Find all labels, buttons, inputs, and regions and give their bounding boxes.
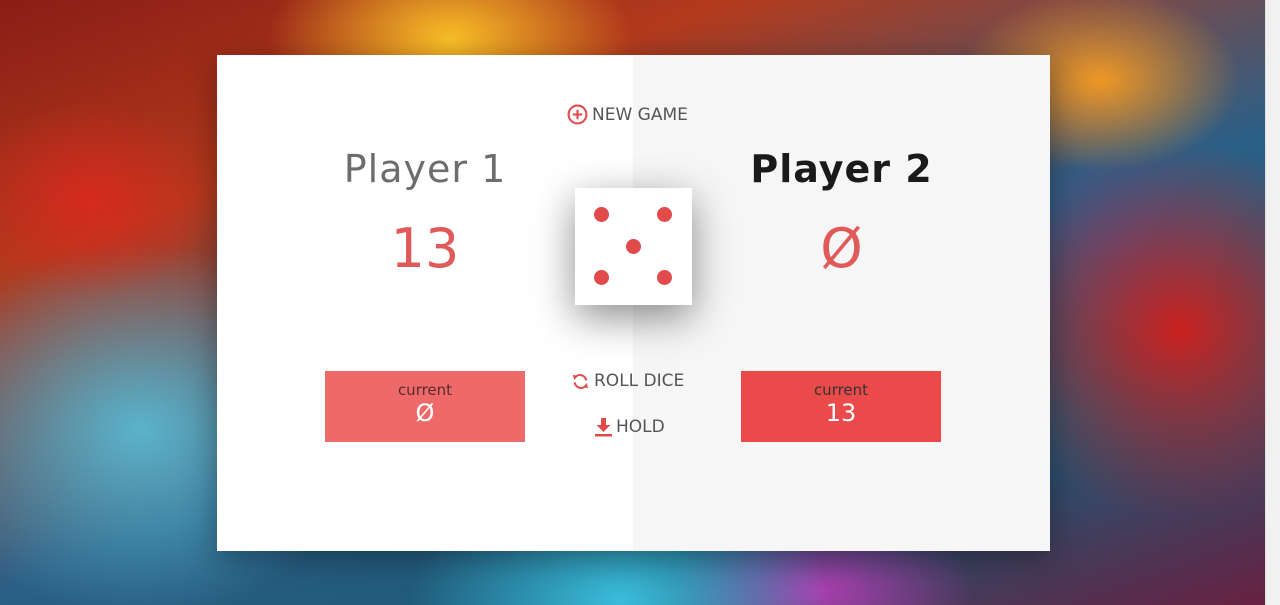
page-scrollbar[interactable] — [1265, 0, 1280, 605]
dice-pip — [626, 239, 641, 254]
dice-pip — [657, 270, 672, 285]
player-2-panel: Player 2 Ø current 13 — [633, 55, 1050, 551]
player-2-name: Player 2 — [750, 147, 933, 191]
new-game-button[interactable]: NEW GAME — [567, 104, 688, 125]
new-game-label: NEW GAME — [592, 104, 688, 125]
player-1-name: Player 1 — [343, 147, 507, 191]
plus-circle-icon — [567, 104, 588, 125]
hold-button[interactable]: HOLD — [595, 417, 665, 437]
player-1-current-box: current Ø — [325, 371, 525, 442]
player-2-current-label: current — [813, 381, 869, 399]
player-1-current-label: current — [397, 381, 453, 399]
hold-label: HOLD — [616, 417, 665, 437]
dice-pip — [594, 270, 609, 285]
player-1-score: 13 — [390, 217, 460, 280]
roll-dice-label: ROLL DICE — [594, 371, 685, 391]
player-2-current-score: 13 — [825, 399, 857, 427]
refresh-icon — [571, 372, 590, 391]
player-2-score: Ø — [820, 217, 863, 280]
game-panel: Player 1 13 current Ø Player 2 Ø current… — [217, 55, 1050, 551]
player-1-current-score: Ø — [415, 399, 435, 427]
dice-pip — [657, 207, 672, 222]
dice — [575, 188, 692, 305]
roll-dice-button[interactable]: ROLL DICE — [571, 371, 684, 391]
player-1-panel: Player 1 13 current Ø — [217, 55, 633, 551]
download-icon — [595, 417, 612, 437]
player-2-current-box: current 13 — [741, 371, 941, 442]
dice-pip — [594, 207, 609, 222]
